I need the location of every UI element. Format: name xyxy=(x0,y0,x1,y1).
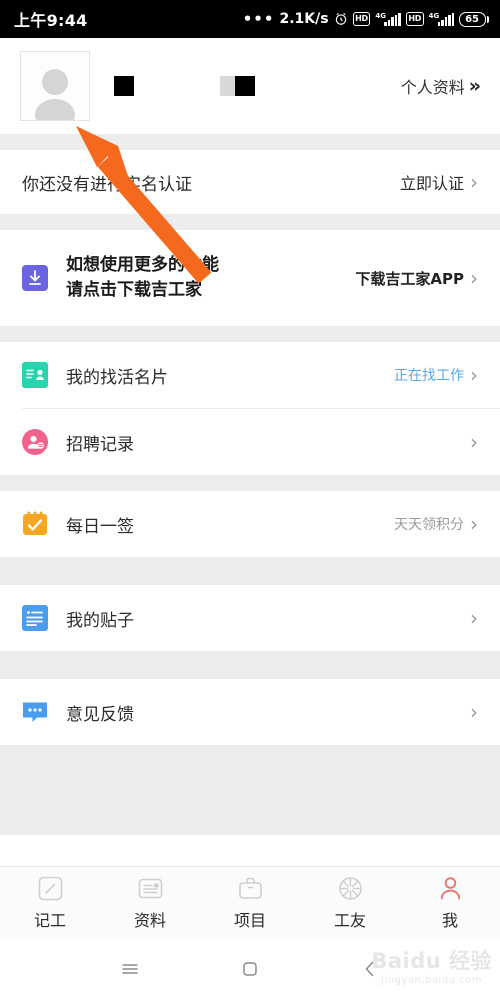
signal-generation-label-2: 4G xyxy=(428,11,440,20)
phone-screen: 上午9:44 ••• 2.1K/s HD 4G HD 4G 65 个人资料 » … xyxy=(0,0,500,1000)
status-time: 上午9:44 xyxy=(14,11,88,30)
menu-item-label: 每日一签 xyxy=(66,516,134,537)
tab-label: 记工 xyxy=(33,910,66,930)
document-list-icon xyxy=(22,605,48,631)
section-gap xyxy=(0,326,500,342)
tab-xiangmu[interactable]: 项目 xyxy=(200,875,300,931)
realname-verify-action[interactable]: 立即认证 › xyxy=(400,170,478,194)
profile-detail-link[interactable]: 个人资料 » xyxy=(400,74,481,98)
menu-item-right: 天天领积分 › xyxy=(394,514,478,534)
menu-group-1: 我的找活名片 正在找工作 › 招聘记录 › xyxy=(0,342,500,475)
menu-item-right: › xyxy=(464,608,478,628)
section-gap xyxy=(0,557,500,585)
status-bar: 上午9:44 ••• 2.1K/s HD 4G HD 4G 65 xyxy=(0,0,500,38)
bottom-tab-bar: 记工 资料 项目 工友 我 xyxy=(0,866,500,938)
menu-item-daily-signin[interactable]: 每日一签 天天领积分 › xyxy=(0,491,500,557)
section-gap xyxy=(0,134,500,150)
realname-verify-action-label: 立即认证 xyxy=(399,174,464,193)
menu-item-label: 招聘记录 xyxy=(66,434,134,455)
document-icon xyxy=(137,875,164,903)
avatar[interactable] xyxy=(20,51,90,121)
battery-icon: 65 xyxy=(459,11,489,27)
menu-item-right: 正在找工作 › xyxy=(394,365,478,385)
signal-icon-1: 4G xyxy=(375,11,401,26)
realname-verify-label: 你还没有进行实名认证 xyxy=(22,174,192,195)
chevron-right-icon: › xyxy=(470,512,478,536)
network-speed-label: 2.1K/s xyxy=(279,11,329,27)
menu-item-right: › xyxy=(464,432,478,452)
chevron-right-icon: › xyxy=(470,430,478,454)
chevron-right-icon: › xyxy=(470,606,478,630)
tab-jigong[interactable]: 记工 xyxy=(0,875,100,931)
tab-gongyou[interactable]: 工友 xyxy=(300,875,400,931)
signal-generation-label-1: 4G xyxy=(375,11,386,20)
menu-item-right: › xyxy=(464,702,478,722)
calendar-check-icon xyxy=(22,511,48,537)
realname-verify-row[interactable]: 你还没有进行实名认证 立即认证 › xyxy=(0,150,500,214)
download-banner-action-label: 下载吉工家APP xyxy=(355,269,464,288)
download-banner-line1: 如想使用更多的功能 xyxy=(66,255,219,276)
download-banner-text: 如想使用更多的功能 请点击下载吉工家 xyxy=(66,253,219,302)
chevron-right-icon: › xyxy=(470,363,478,387)
default-avatar-icon xyxy=(35,69,75,120)
home-square-icon[interactable] xyxy=(238,957,262,981)
section-gap xyxy=(0,475,500,491)
tab-label: 资料 xyxy=(133,910,166,930)
chevron-right-icon: › xyxy=(470,700,478,724)
menu-item-label: 意见反馈 xyxy=(66,704,134,725)
aperture-icon xyxy=(337,875,364,903)
signal-icon-2: 4G xyxy=(428,11,455,26)
hamburger-menu-icon[interactable] xyxy=(118,957,142,981)
download-banner-line2: 请点击下载吉工家 xyxy=(66,280,202,300)
redacted-info-block-dark xyxy=(235,76,255,96)
id-card-icon xyxy=(22,362,48,388)
redacted-username-block xyxy=(114,76,134,96)
alarm-clock-icon xyxy=(334,12,348,26)
menu-group-2: 每日一签 天天领积分 › xyxy=(0,491,500,557)
job-card-status-badge: 正在找工作 xyxy=(394,368,464,384)
chevron-right-icon: › xyxy=(470,170,478,194)
menu-item-recruit-records[interactable]: 招聘记录 › xyxy=(0,409,500,475)
page-filler xyxy=(0,745,500,835)
menu-item-label: 我的找活名片 xyxy=(66,367,168,388)
tab-label: 我 xyxy=(441,910,458,930)
profile-link-label: 个人资料 xyxy=(400,78,465,97)
menu-item-job-card[interactable]: 我的找活名片 正在找工作 › xyxy=(0,342,500,408)
back-chevron-icon[interactable] xyxy=(358,957,382,981)
tab-ziliao[interactable]: 资料 xyxy=(100,875,200,931)
tab-wo[interactable]: 我 xyxy=(400,875,500,931)
android-nav-bar xyxy=(0,938,500,1000)
tab-label: 项目 xyxy=(233,910,266,930)
pencil-square-icon xyxy=(37,875,64,903)
section-gap xyxy=(0,214,500,230)
daily-signin-hint: 天天领积分 xyxy=(394,517,464,533)
download-banner-action[interactable]: 下载吉工家APP › xyxy=(355,268,478,289)
double-chevron-right-icon: » xyxy=(468,75,481,97)
status-indicators: ••• 2.1K/s HD 4G HD 4G 65 xyxy=(242,10,489,28)
recruit-person-icon xyxy=(22,429,48,455)
briefcase-icon xyxy=(237,875,264,903)
hd-icon-1: HD xyxy=(352,12,371,26)
download-app-banner[interactable]: 如想使用更多的功能 请点击下载吉工家 下载吉工家APP › xyxy=(0,230,500,326)
menu-group-4: 意见反馈 › xyxy=(0,679,500,745)
menu-item-feedback[interactable]: 意见反馈 › xyxy=(0,679,500,745)
menu-group-3: 我的贴子 › xyxy=(0,585,500,651)
person-icon xyxy=(437,875,464,903)
network-activity-dots-icon: ••• xyxy=(242,10,275,28)
chevron-right-icon: › xyxy=(470,266,478,290)
tab-label: 工友 xyxy=(333,910,366,930)
menu-item-my-posts[interactable]: 我的贴子 › xyxy=(0,585,500,651)
menu-item-label: 我的贴子 xyxy=(66,610,134,631)
section-gap xyxy=(0,651,500,679)
profile-header[interactable]: 个人资料 » xyxy=(0,38,500,134)
hd-icon-2: HD xyxy=(405,12,424,26)
download-icon xyxy=(22,265,48,291)
speech-bubble-icon xyxy=(22,699,48,725)
redacted-info-block-light xyxy=(220,76,235,96)
